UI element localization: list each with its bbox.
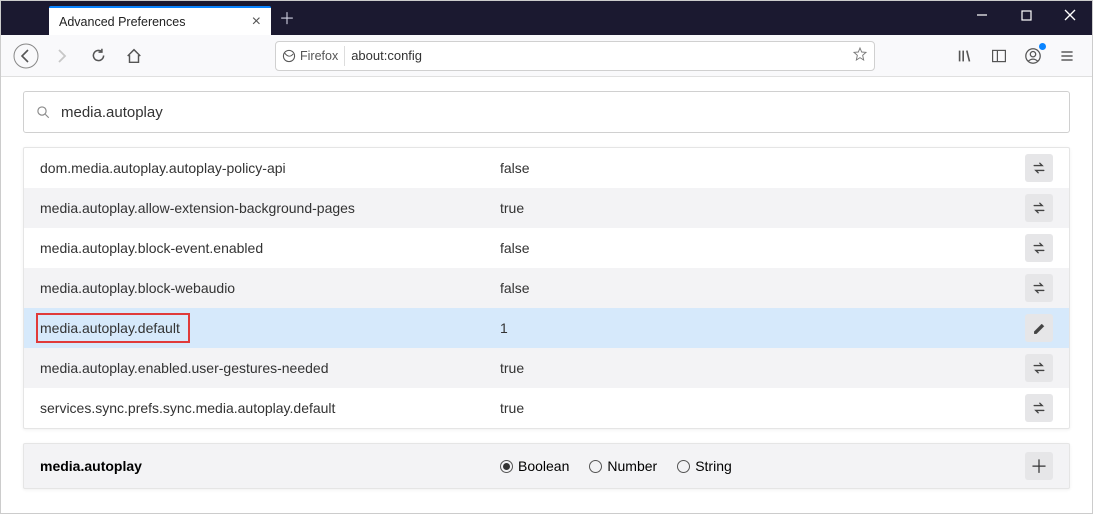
- radio-label: Number: [607, 458, 657, 474]
- radio-label: Boolean: [518, 458, 569, 474]
- preference-name: media.autoplay.block-webaudio: [40, 280, 500, 296]
- browser-tab[interactable]: Advanced Preferences ×: [49, 6, 271, 35]
- preference-name: media.autoplay.default: [40, 313, 500, 343]
- preference-value: true: [500, 400, 1025, 416]
- tab-title: Advanced Preferences: [59, 15, 252, 29]
- preference-name: media.autoplay.block-event.enabled: [40, 240, 500, 256]
- edit-preference-button[interactable]: [1025, 314, 1053, 342]
- preference-name: media.autoplay.enabled.user-gestures-nee…: [40, 360, 500, 376]
- identity-box[interactable]: Firefox: [282, 46, 345, 66]
- maximize-button[interactable]: [1004, 1, 1048, 29]
- radio-icon: [589, 460, 602, 473]
- sidebar-button[interactable]: [984, 41, 1014, 71]
- preference-value: false: [500, 160, 1025, 176]
- firefox-icon: [282, 49, 296, 63]
- type-radio-boolean[interactable]: Boolean: [500, 458, 569, 474]
- preference-row[interactable]: media.autoplay.default1: [24, 308, 1069, 348]
- toggle-preference-button[interactable]: [1025, 194, 1053, 222]
- preference-row[interactable]: media.autoplay.allow-extension-backgroun…: [24, 188, 1069, 228]
- radio-icon: [500, 460, 513, 473]
- radio-label: String: [695, 458, 732, 474]
- tab-strip: Advanced Preferences × ＋: [1, 1, 295, 35]
- preference-row[interactable]: dom.media.autoplay.autoplay-policy-apifa…: [24, 148, 1069, 188]
- account-button[interactable]: [1018, 41, 1048, 71]
- preference-row[interactable]: media.autoplay.block-webaudiofalse: [24, 268, 1069, 308]
- notification-dot-icon: [1039, 43, 1046, 50]
- toggle-preference-button[interactable]: [1025, 354, 1053, 382]
- type-radio-group: Boolean Number String: [500, 458, 732, 474]
- about-config-content: dom.media.autoplay.autoplay-policy-apifa…: [1, 77, 1092, 503]
- forward-button: [47, 41, 77, 71]
- preference-list: dom.media.autoplay.autoplay-policy-apifa…: [23, 147, 1070, 429]
- title-bar: Advanced Preferences × ＋: [1, 1, 1092, 35]
- type-radio-string[interactable]: String: [677, 458, 732, 474]
- new-preference-bar: media.autoplay Boolean Number String ＋: [23, 443, 1070, 489]
- navigation-toolbar: Firefox about:config: [1, 35, 1092, 77]
- url-text[interactable]: about:config: [351, 48, 846, 63]
- close-window-button[interactable]: [1048, 1, 1092, 29]
- preference-value: true: [500, 360, 1025, 376]
- bookmark-star-icon[interactable]: [852, 46, 868, 65]
- add-preference-button[interactable]: ＋: [1025, 452, 1053, 480]
- preference-search-input[interactable]: [61, 104, 1057, 121]
- preference-search-bar[interactable]: [23, 91, 1070, 133]
- new-preference-name: media.autoplay: [40, 458, 500, 474]
- reload-button[interactable]: [83, 41, 113, 71]
- toggle-preference-button[interactable]: [1025, 154, 1053, 182]
- preference-value: false: [500, 240, 1025, 256]
- toggle-preference-button[interactable]: [1025, 394, 1053, 422]
- window-controls: [960, 1, 1092, 29]
- identity-label: Firefox: [300, 49, 338, 63]
- minimize-button[interactable]: [960, 1, 1004, 29]
- app-menu-button[interactable]: [1052, 41, 1082, 71]
- toggle-preference-button[interactable]: [1025, 274, 1053, 302]
- preference-value: true: [500, 200, 1025, 216]
- toggle-preference-button[interactable]: [1025, 234, 1053, 262]
- type-radio-number[interactable]: Number: [589, 458, 657, 474]
- search-icon: [36, 105, 51, 120]
- preference-row[interactable]: services.sync.prefs.sync.media.autoplay.…: [24, 388, 1069, 428]
- preference-value: false: [500, 280, 1025, 296]
- address-bar[interactable]: Firefox about:config: [275, 41, 875, 71]
- preference-row[interactable]: media.autoplay.block-event.enabledfalse: [24, 228, 1069, 268]
- new-tab-button[interactable]: ＋: [279, 5, 295, 29]
- close-tab-icon[interactable]: ×: [252, 14, 261, 30]
- preference-value: 1: [500, 320, 1025, 336]
- library-button[interactable]: [950, 41, 980, 71]
- preference-name: services.sync.prefs.sync.media.autoplay.…: [40, 400, 500, 416]
- preference-name: dom.media.autoplay.autoplay-policy-api: [40, 160, 500, 176]
- back-button[interactable]: [11, 41, 41, 71]
- preference-name: media.autoplay.allow-extension-backgroun…: [40, 200, 500, 216]
- radio-icon: [677, 460, 690, 473]
- preference-row[interactable]: media.autoplay.enabled.user-gestures-nee…: [24, 348, 1069, 388]
- highlighted-preference-marker: media.autoplay.default: [36, 313, 190, 343]
- home-button[interactable]: [119, 41, 149, 71]
